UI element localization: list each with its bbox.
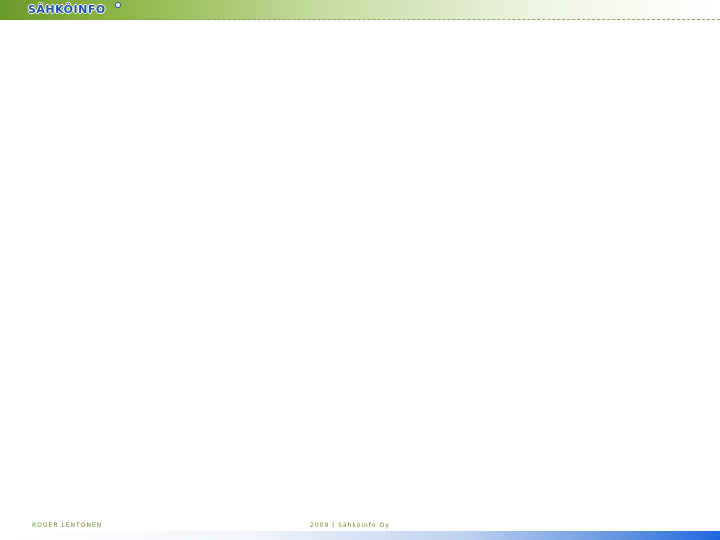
logo-spark-icon [115, 2, 121, 8]
header-divider [128, 19, 720, 20]
logo-text: SÄHKÖINFO [28, 3, 106, 16]
header-band [0, 0, 720, 20]
footer-band [0, 531, 720, 540]
sahkoinfo-logo: SÄHKÖINFO [28, 2, 121, 18]
footer-copyright: 2009 | Sähköinfo Oy [310, 522, 390, 529]
footer-author: ROGER LENTONEN [32, 522, 103, 529]
